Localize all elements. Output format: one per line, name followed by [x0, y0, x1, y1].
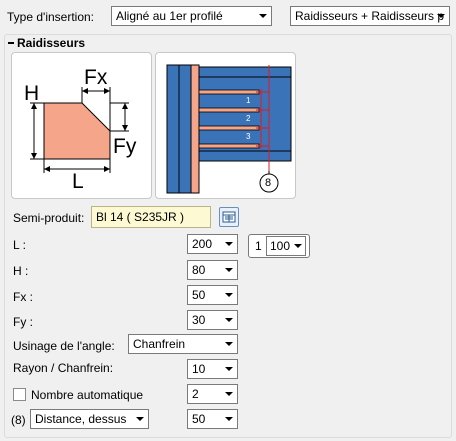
auto-number-checkbox[interactable]	[13, 388, 26, 401]
chevron-down-icon	[294, 244, 302, 248]
beam-bottom-flange	[198, 150, 292, 162]
distance-type-dropdown-value: Distance, dessus	[35, 412, 127, 426]
l-dimension-label: L	[72, 170, 84, 193]
chevron-down-icon	[225, 392, 233, 396]
radius-chamfer-dropdown[interactable]: 10	[187, 359, 238, 379]
fy-dropdown-value: 30	[192, 313, 206, 327]
distance-value-dropdown-value: 50	[192, 412, 206, 426]
h-dropdown-value: 80	[192, 263, 206, 277]
fx-dropdown[interactable]: 50	[187, 285, 238, 305]
callout-8-label: 8	[265, 177, 272, 189]
angle-machining-dropdown-value: Chanfrein	[133, 337, 186, 351]
ratio-dropdown-value: 100	[270, 239, 291, 253]
chevron-down-icon	[259, 14, 267, 18]
fy-dimension-label: Fy	[113, 135, 137, 158]
l-dropdown-value: 200	[192, 237, 213, 251]
h-dimension-label: H	[24, 82, 40, 105]
group-collapse-icon[interactable]	[8, 42, 14, 44]
stiffener-3-label: 3	[246, 132, 251, 141]
beam-web	[198, 76, 292, 152]
alignment-dropdown[interactable]: Aligné au 1er profilé	[111, 6, 272, 26]
fx-dimension-label: Fx	[84, 66, 108, 89]
stiffener-2-label: 2	[246, 114, 251, 123]
angle-machining-label: Usinage de l'angle:	[13, 339, 115, 353]
insertion-type-dropdown[interactable]: Raidisseurs + Raidisseurs p	[290, 6, 450, 26]
angle-machining-dropdown[interactable]: Chanfrein	[128, 334, 238, 354]
insertion-type-dropdown-value: Raidisseurs + Raidisseurs p	[295, 9, 445, 23]
chevron-down-icon	[437, 14, 445, 18]
l-label: L :	[13, 238, 26, 252]
chevron-down-icon	[136, 417, 144, 421]
stiffener-1-label: 1	[246, 96, 251, 105]
fy-dropdown[interactable]: 30	[187, 310, 238, 330]
ratio-prefix: 1	[255, 239, 262, 253]
semi-product-label: Semi-produit:	[13, 211, 85, 225]
h-dropdown[interactable]: 80	[187, 260, 238, 280]
chevron-down-icon	[225, 318, 233, 322]
chevron-down-icon	[225, 367, 233, 371]
chevron-down-icon	[225, 242, 233, 246]
radius-chamfer-dropdown-value: 10	[192, 362, 206, 376]
distance-callout-label: (8)	[11, 413, 26, 427]
ratio-dropdown[interactable]: 100	[266, 236, 306, 256]
chevron-down-icon	[225, 293, 233, 297]
h-label: H :	[13, 264, 29, 278]
plate-sketch: H Fx Fy L	[11, 52, 152, 199]
profile-detail-sketch: 1 2 3 8	[155, 52, 296, 199]
semi-product-field[interactable]: Bl 14 ( S235JR )	[91, 206, 211, 228]
chevron-down-icon	[225, 342, 233, 346]
chevron-down-icon	[225, 417, 233, 421]
profile-detail-drawing	[166, 64, 292, 194]
distance-value-dropdown[interactable]: 50	[187, 409, 238, 429]
auto-number-dropdown[interactable]: 2	[187, 384, 238, 404]
chevron-down-icon	[225, 268, 233, 272]
beam-top-flange	[198, 66, 292, 78]
insertion-type-label: Type d'insertion:	[7, 10, 95, 24]
end-plate	[190, 64, 200, 194]
alignment-dropdown-value: Aligné au 1er profilé	[116, 9, 223, 23]
auto-number-dropdown-value: 2	[192, 387, 199, 401]
fx-dropdown-value: 50	[192, 288, 206, 302]
l-dropdown[interactable]: 200	[187, 234, 238, 254]
group-title: Raidisseurs	[15, 36, 90, 50]
fy-label: Fy :	[13, 315, 33, 329]
auto-number-label: Nombre automatique	[31, 388, 144, 402]
semi-product-picker-button[interactable]	[219, 207, 239, 227]
distance-type-dropdown[interactable]: Distance, dessus	[30, 409, 149, 429]
catalog-icon	[222, 211, 236, 223]
plate-shape	[43, 102, 111, 160]
radius-chamfer-label: Rayon / Chanfrein:	[13, 361, 114, 375]
fx-label: Fx :	[13, 290, 33, 304]
